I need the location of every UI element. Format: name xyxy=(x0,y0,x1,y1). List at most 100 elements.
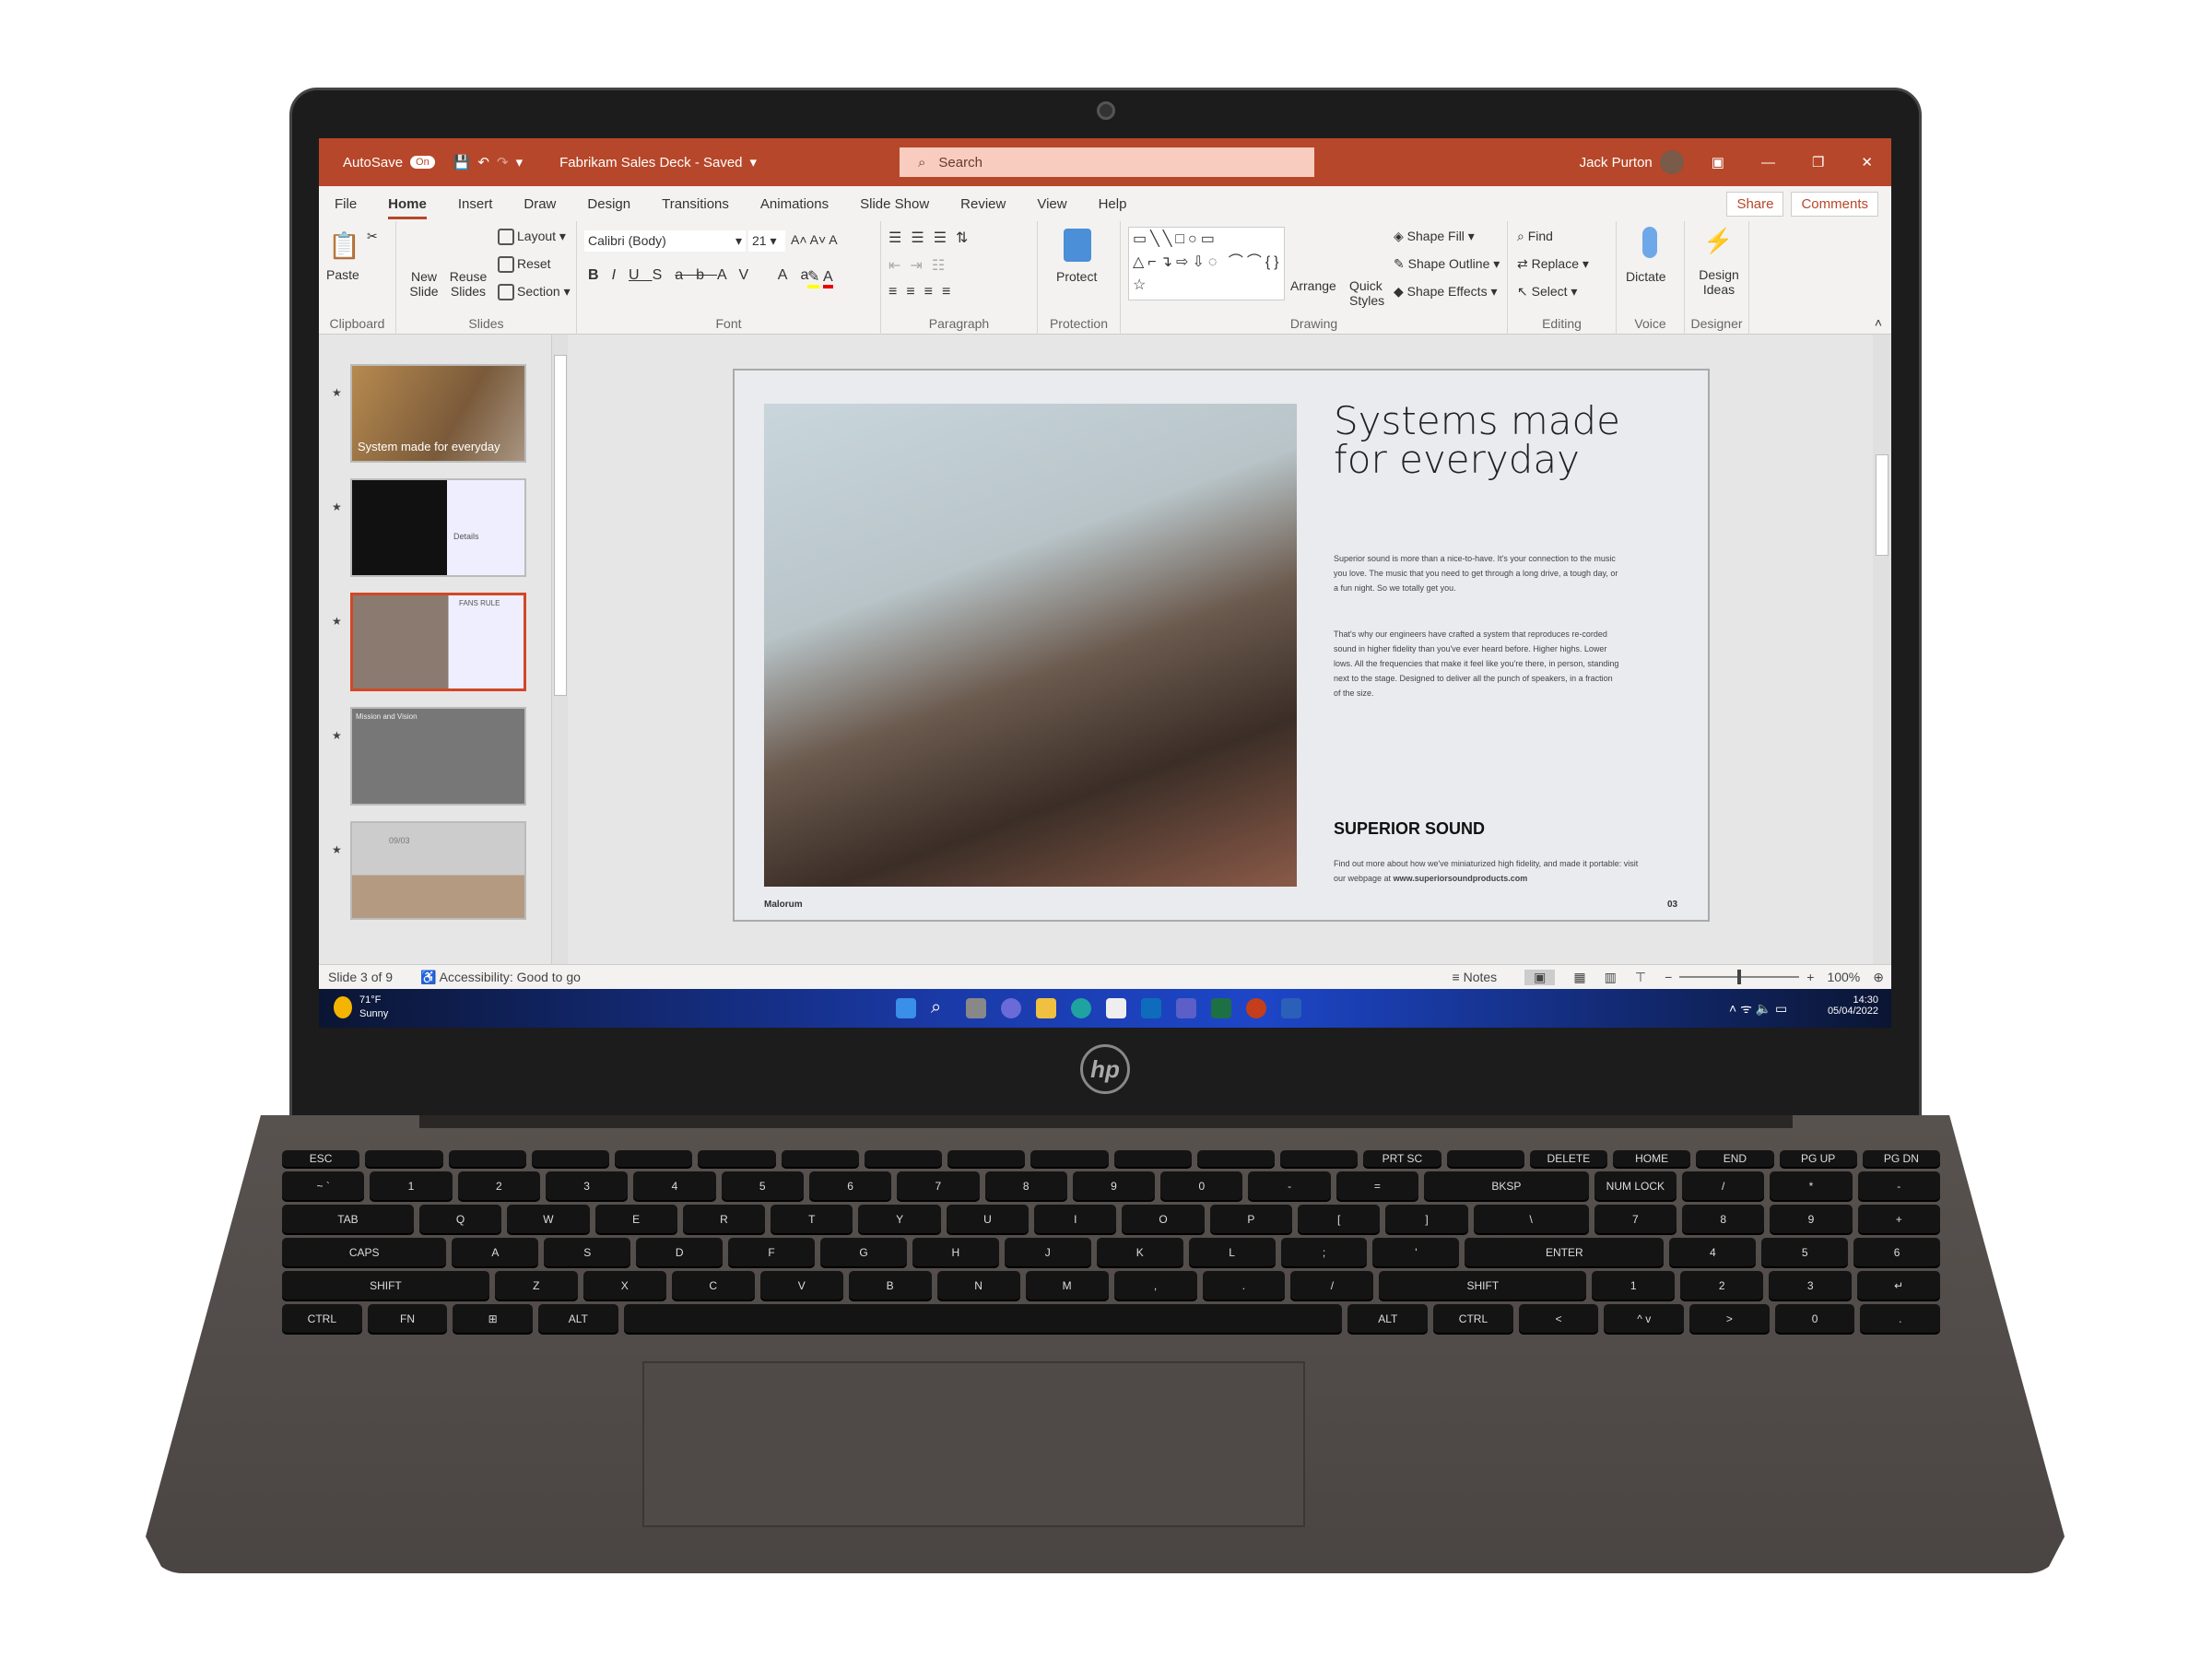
slide-paragraph-2[interactable]: That's why our engineers have crafted a … xyxy=(1334,627,1619,700)
key[interactable]: 4 xyxy=(633,1171,716,1200)
key[interactable]: E xyxy=(594,1205,677,1233)
system-tray-icons[interactable]: ˄ ᯤ 🔈 ▭ xyxy=(1729,1000,1787,1018)
key[interactable]: CTRL xyxy=(1433,1304,1513,1333)
ribbon-display-icon[interactable]: ▣ xyxy=(1712,154,1724,171)
key[interactable]: ^ v xyxy=(1604,1304,1685,1333)
key[interactable]: G xyxy=(820,1238,907,1266)
document-title[interactable]: Fabrikam Sales Deck - Saved xyxy=(559,155,742,171)
key[interactable]: 3 xyxy=(1769,1271,1853,1300)
key[interactable] xyxy=(615,1150,693,1167)
undo-icon[interactable]: ↶ xyxy=(477,154,489,171)
key[interactable]: ~ ` xyxy=(282,1171,365,1200)
key[interactable]: , xyxy=(1113,1271,1197,1300)
key[interactable] xyxy=(698,1150,776,1167)
normal-view-icon[interactable]: ▣ xyxy=(1524,969,1556,985)
cut-icon[interactable]: ✂ xyxy=(367,229,378,244)
scrollbar-thumb[interactable] xyxy=(1876,454,1888,556)
highlight-icon[interactable]: ✎ xyxy=(807,269,820,288)
slide-photo[interactable] xyxy=(764,404,1297,887)
layout-button[interactable]: Layout ▾ xyxy=(498,229,566,246)
key[interactable] xyxy=(1196,1150,1275,1167)
indent-buttons[interactable]: ⇤⇥☷ xyxy=(888,256,954,275)
slide-sorter-icon[interactable]: ▦ xyxy=(1573,970,1585,985)
arrange-button[interactable]: Arrange xyxy=(1290,278,1336,293)
shape-fill-button[interactable]: ◈ Shape Fill ▾ xyxy=(1394,229,1475,244)
key[interactable]: M xyxy=(1025,1271,1109,1300)
reading-view-icon[interactable]: ▥ xyxy=(1605,970,1617,985)
zoom-out-button[interactable]: − xyxy=(1665,970,1672,984)
key[interactable]: 7 xyxy=(1594,1205,1677,1233)
teams-icon[interactable] xyxy=(1176,998,1196,1018)
font-size-buttons[interactable]: A˄ A˅ A xyxy=(791,232,838,247)
key[interactable]: / xyxy=(1682,1171,1765,1200)
close-icon[interactable]: ✕ xyxy=(1861,154,1873,171)
key[interactable]: 9 xyxy=(1072,1171,1156,1200)
chat-icon[interactable] xyxy=(1001,998,1021,1018)
tab-draw[interactable]: Draw xyxy=(508,196,571,212)
file-explorer-icon[interactable] xyxy=(1036,998,1056,1018)
redo-icon[interactable]: ↷ xyxy=(497,154,509,171)
paste-button[interactable]: Paste xyxy=(326,267,359,282)
key[interactable]: U xyxy=(946,1205,1030,1233)
zoom-in-button[interactable]: + xyxy=(1806,970,1814,984)
accessibility-status[interactable]: ♿ Accessibility: Good to go xyxy=(420,970,581,985)
tab-animations[interactable]: Animations xyxy=(745,196,844,212)
slide-thumbnail-3[interactable]: FANS RULE xyxy=(350,593,526,691)
tab-transitions[interactable]: Transitions xyxy=(646,196,745,212)
key[interactable]: PG DN xyxy=(1862,1150,1940,1167)
key[interactable]: + xyxy=(1857,1205,1940,1233)
key[interactable]: H xyxy=(912,1238,999,1266)
tab-review[interactable]: Review xyxy=(945,196,1021,212)
slide-thumbnail-5[interactable]: 09/03 xyxy=(350,821,526,920)
key[interactable]: ] xyxy=(1385,1205,1468,1233)
key[interactable]: 6 xyxy=(808,1171,892,1200)
key[interactable]: SHIFT xyxy=(282,1271,489,1300)
key[interactable]: < xyxy=(1518,1304,1599,1333)
key[interactable]: . xyxy=(1202,1271,1286,1300)
autosave-toggle[interactable]: On xyxy=(410,156,435,169)
key[interactable]: O xyxy=(1122,1205,1205,1233)
shape-outline-button[interactable]: ✎ Shape Outline ▾ xyxy=(1394,256,1500,272)
key[interactable] xyxy=(365,1150,443,1167)
key[interactable]: ALT xyxy=(537,1304,618,1333)
key[interactable]: > xyxy=(1689,1304,1770,1333)
key[interactable]: 1 xyxy=(370,1171,453,1200)
key[interactable]: W xyxy=(507,1205,590,1233)
font-format-buttons[interactable]: BIUSabAV Aa xyxy=(588,267,821,284)
key[interactable]: TAB xyxy=(282,1205,414,1233)
key[interactable]: PRT SC xyxy=(1363,1150,1441,1167)
reset-button[interactable]: Reset xyxy=(498,256,551,274)
scrollbar-thumb[interactable] xyxy=(554,355,567,696)
key[interactable]: = xyxy=(1335,1171,1419,1200)
outlook-icon[interactable] xyxy=(1141,998,1161,1018)
excel-icon[interactable] xyxy=(1211,998,1231,1018)
key[interactable]: 3 xyxy=(545,1171,629,1200)
key[interactable]: X xyxy=(582,1271,666,1300)
key[interactable]: END xyxy=(1696,1150,1774,1167)
tab-file[interactable]: File xyxy=(319,196,372,212)
key[interactable]: K xyxy=(1096,1238,1183,1266)
key[interactable]: - xyxy=(1248,1171,1331,1200)
customize-toolbar-icon[interactable]: ▾ xyxy=(516,154,524,171)
key[interactable]: 5 xyxy=(1761,1238,1849,1266)
font-size-select[interactable]: 21 ▾ xyxy=(748,230,785,252)
slide-subtitle[interactable]: SUPERIOR SOUND xyxy=(1334,819,1485,839)
key[interactable]: 5 xyxy=(721,1171,804,1200)
zoom-slider[interactable] xyxy=(1679,970,1800,984)
slide-footer-text[interactable]: Find out more about how we've miniaturiz… xyxy=(1334,856,1647,886)
key[interactable]: I xyxy=(1034,1205,1117,1233)
touchpad[interactable] xyxy=(642,1361,1305,1527)
restore-icon[interactable]: ❐ xyxy=(1812,154,1824,171)
collapse-ribbon-icon[interactable]: ˄ xyxy=(1875,315,1882,330)
key[interactable]: DELETE xyxy=(1529,1150,1607,1167)
key[interactable]: Q xyxy=(418,1205,502,1233)
weather-temp[interactable]: 71°F xyxy=(359,994,381,1006)
key[interactable]: C xyxy=(671,1271,755,1300)
key[interactable]: CAPS xyxy=(282,1238,447,1266)
tab-design[interactable]: Design xyxy=(571,196,646,212)
key[interactable]: V xyxy=(759,1271,843,1300)
key[interactable]: 0 xyxy=(1160,1171,1243,1200)
key[interactable]: \ xyxy=(1473,1205,1589,1233)
key[interactable]: 8 xyxy=(984,1171,1067,1200)
key[interactable]: 7 xyxy=(897,1171,980,1200)
